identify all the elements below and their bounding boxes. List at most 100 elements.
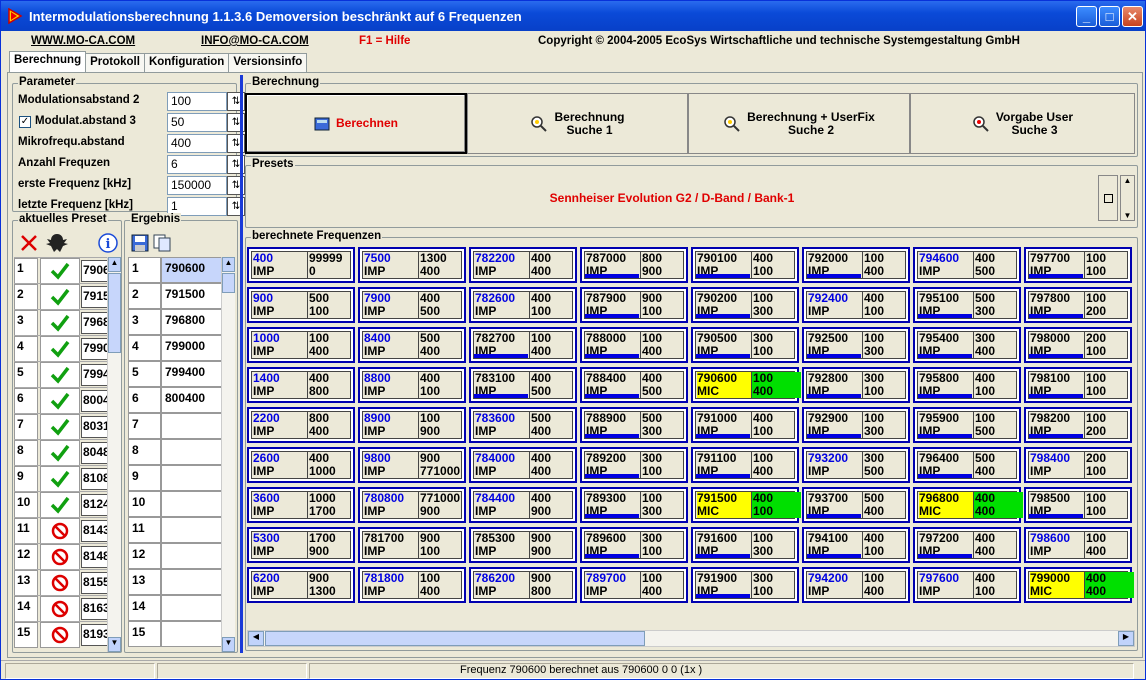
ergebnis-row[interactable]: 5 799400 bbox=[125, 361, 225, 387]
frequency-cell[interactable]: 796400 IMP 500 400 bbox=[913, 447, 1021, 483]
param-input[interactable]: 400 bbox=[167, 134, 227, 153]
scroll-left-arrow[interactable]: ◀ bbox=[248, 631, 264, 646]
preset-row[interactable]: 1 7906 bbox=[14, 257, 109, 284]
frequency-cell[interactable]: 795800 IMP 400 100 bbox=[913, 367, 1021, 403]
ergebnis-value[interactable]: 791500 bbox=[161, 283, 225, 309]
ergebnis-value[interactable]: 800400 bbox=[161, 387, 225, 413]
germany-eagle-icon[interactable] bbox=[45, 232, 69, 254]
ergebnis-value[interactable] bbox=[161, 595, 225, 621]
frequency-cell[interactable]: 793700 IMP 500 400 bbox=[802, 487, 910, 523]
frequency-cell[interactable]: 2200 IMP 800 400 bbox=[247, 407, 355, 443]
ergebnis-row[interactable]: 8 bbox=[125, 439, 225, 465]
frequency-cell[interactable]: 2600 IMP 400 1000 bbox=[247, 447, 355, 483]
frequency-cell[interactable]: 790500 IMP 300 100 bbox=[691, 327, 799, 363]
frequency-cell[interactable]: 795900 IMP 100 500 bbox=[913, 407, 1021, 443]
preset-row[interactable]: 15 8193 bbox=[14, 621, 109, 648]
frequency-cell[interactable]: 797200 IMP 400 400 bbox=[913, 527, 1021, 563]
preset-row[interactable]: 9 8108 bbox=[14, 465, 109, 492]
frequency-cell[interactable]: 783100 IMP 400 500 bbox=[469, 367, 577, 403]
frequency-cell[interactable]: 798500 IMP 100 100 bbox=[1024, 487, 1132, 523]
frequency-cell[interactable]: 789700 IMP 100 400 bbox=[580, 567, 688, 603]
preset-row[interactable]: 13 8155 bbox=[14, 569, 109, 596]
frequency-cell[interactable]: 791500 MIC 400 100 bbox=[691, 487, 801, 523]
frequency-cell[interactable]: 790600 MIC 100 400 bbox=[691, 367, 801, 403]
ergebnis-value[interactable] bbox=[161, 517, 225, 543]
preset-value[interactable]: 8124 bbox=[81, 494, 109, 516]
scroll-down-arrow[interactable]: ▼ bbox=[222, 637, 235, 652]
close-button[interactable]: ✕ bbox=[1122, 6, 1143, 27]
ergebnis-value[interactable]: 790600 bbox=[161, 257, 225, 283]
preset-value[interactable]: 7990 bbox=[81, 338, 109, 360]
frequency-cell[interactable]: 798000 IMP 200 100 bbox=[1024, 327, 1132, 363]
ergebnis-value[interactable] bbox=[161, 621, 225, 647]
frequency-cell[interactable]: 782700 IMP 100 400 bbox=[469, 327, 577, 363]
minimize-button[interactable]: _ bbox=[1076, 6, 1097, 27]
ergebnis-row[interactable]: 13 bbox=[125, 569, 225, 595]
scroll-up-arrow[interactable]: ▲ bbox=[222, 257, 235, 272]
scroll-thumb[interactable] bbox=[108, 273, 121, 353]
preset-value[interactable]: 7968 bbox=[81, 312, 109, 334]
preset-row[interactable]: 12 8148 bbox=[14, 543, 109, 570]
frequency-cell[interactable]: 799000 MIC 400 400 bbox=[1024, 567, 1134, 603]
tab-versionsinfo[interactable]: Versionsinfo bbox=[228, 53, 308, 73]
frequency-cell[interactable]: 783600 IMP 500 400 bbox=[469, 407, 577, 443]
ergebnis-row[interactable]: 9 bbox=[125, 465, 225, 491]
frequency-cell[interactable]: 796800 MIC 400 400 bbox=[913, 487, 1023, 523]
preset-row[interactable]: 6 8004 bbox=[14, 387, 109, 414]
preset-value[interactable]: 7994 bbox=[81, 364, 109, 386]
frequency-cell[interactable]: 780800 IMP 771000 900 bbox=[358, 487, 466, 523]
ergebnis-row[interactable]: 14 bbox=[125, 595, 225, 621]
berechnen-button[interactable]: Berechnen bbox=[245, 93, 467, 154]
splitter[interactable] bbox=[240, 75, 243, 653]
frequency-cell[interactable]: 6200 IMP 900 1300 bbox=[247, 567, 355, 603]
ergebnis-value[interactable] bbox=[161, 543, 225, 569]
frequency-cell[interactable]: 797800 IMP 100 200 bbox=[1024, 287, 1132, 323]
preset-row[interactable]: 14 8163 bbox=[14, 595, 109, 622]
frequency-cell[interactable]: 8400 IMP 500 400 bbox=[358, 327, 466, 363]
ergebnis-row[interactable]: 15 bbox=[125, 621, 225, 647]
frequency-cell[interactable]: 784000 IMP 400 400 bbox=[469, 447, 577, 483]
scroll-down-arrow[interactable]: ▼ bbox=[108, 637, 121, 652]
ergebnis-scrollbar[interactable]: ▲ ▼ bbox=[221, 257, 235, 652]
preset-value[interactable]: 8148 bbox=[81, 546, 109, 568]
frequency-cell[interactable]: 798600 IMP 100 400 bbox=[1024, 527, 1132, 563]
arrow-down-icon[interactable]: ▼ bbox=[1124, 211, 1132, 220]
ergebnis-row[interactable]: 10 bbox=[125, 491, 225, 517]
title-bar[interactable]: Intermodulationsberechnung 1.1.3.6 Demov… bbox=[1, 1, 1145, 31]
frequency-cell[interactable]: 791100 IMP 100 400 bbox=[691, 447, 799, 483]
frequency-cell[interactable]: 400 IMP 99999 0 bbox=[247, 247, 355, 283]
frequency-cell[interactable]: 792500 IMP 100 300 bbox=[802, 327, 910, 363]
ergebnis-value[interactable] bbox=[161, 439, 225, 465]
frequency-cell[interactable]: 7900 IMP 400 500 bbox=[358, 287, 466, 323]
preset-row[interactable]: 11 8143 bbox=[14, 517, 109, 544]
scroll-thumb[interactable] bbox=[222, 273, 235, 293]
frequency-cell[interactable]: 792400 IMP 400 100 bbox=[802, 287, 910, 323]
frequency-cell[interactable]: 788400 IMP 400 500 bbox=[580, 367, 688, 403]
preset-row[interactable]: 7 8031 bbox=[14, 413, 109, 440]
preset-row[interactable]: 3 7968 bbox=[14, 309, 109, 336]
frequency-cell[interactable]: 790100 IMP 400 100 bbox=[691, 247, 799, 283]
frequency-cell[interactable]: 788900 IMP 500 300 bbox=[580, 407, 688, 443]
frequency-cell[interactable]: 793200 IMP 300 500 bbox=[802, 447, 910, 483]
ergebnis-value[interactable] bbox=[161, 465, 225, 491]
scroll-right-arrow[interactable]: ▶ bbox=[1118, 631, 1134, 646]
preset-value[interactable]: 8004 bbox=[81, 390, 109, 412]
frequency-cell[interactable]: 8800 IMP 400 100 bbox=[358, 367, 466, 403]
frequency-cell[interactable]: 795400 IMP 300 400 bbox=[913, 327, 1021, 363]
frequency-cell[interactable]: 794100 IMP 400 100 bbox=[802, 527, 910, 563]
ergebnis-row[interactable]: 6 800400 bbox=[125, 387, 225, 413]
ergebnis-row[interactable]: 7 bbox=[125, 413, 225, 439]
preset-value[interactable]: 8193 bbox=[81, 624, 109, 646]
frequency-cell[interactable]: 791900 IMP 300 100 bbox=[691, 567, 799, 603]
frequency-cell[interactable]: 3600 IMP 1000 1700 bbox=[247, 487, 355, 523]
frequency-cell[interactable]: 1000 IMP 100 400 bbox=[247, 327, 355, 363]
preset-row[interactable]: 10 8124 bbox=[14, 491, 109, 518]
preset-spinner[interactable]: ▲ ▼ bbox=[1120, 175, 1135, 221]
ergebnis-row[interactable]: 12 bbox=[125, 543, 225, 569]
ergebnis-value[interactable]: 799400 bbox=[161, 361, 225, 387]
preset-value[interactable]: 8048 bbox=[81, 442, 109, 464]
preset-toggle[interactable] bbox=[1098, 175, 1118, 221]
frequency-cell[interactable]: 794600 IMP 400 500 bbox=[913, 247, 1021, 283]
frequency-cell[interactable]: 797700 IMP 100 100 bbox=[1024, 247, 1132, 283]
preset-value[interactable]: 7915 bbox=[81, 286, 109, 308]
